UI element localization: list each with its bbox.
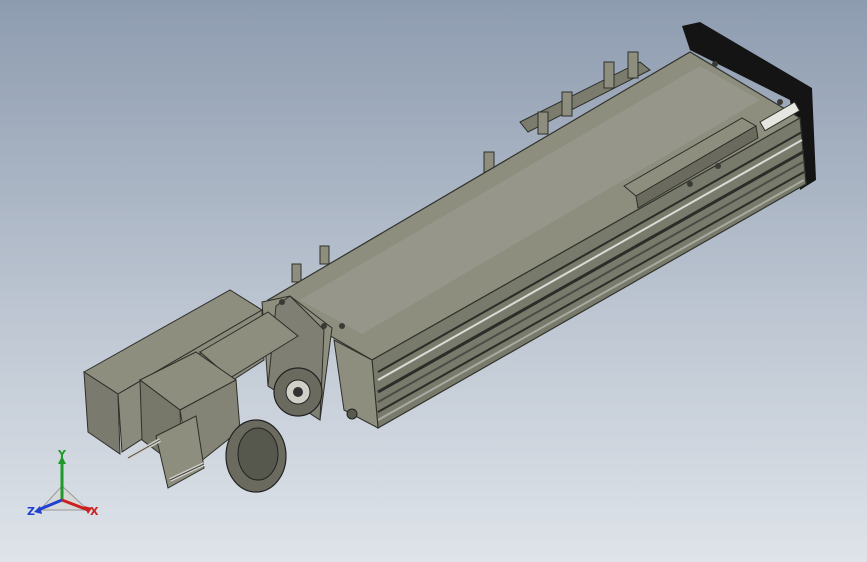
x-axis-label: X — [90, 505, 99, 518]
cad-viewport[interactable]: Y X Z — [0, 0, 867, 562]
triad-graphic — [34, 456, 92, 514]
z-axis-label: Z — [27, 505, 35, 518]
y-axis-label: Y — [58, 448, 66, 461]
linear-module-model[interactable] — [0, 0, 867, 562]
axis-triad: Y X Z — [22, 448, 112, 528]
